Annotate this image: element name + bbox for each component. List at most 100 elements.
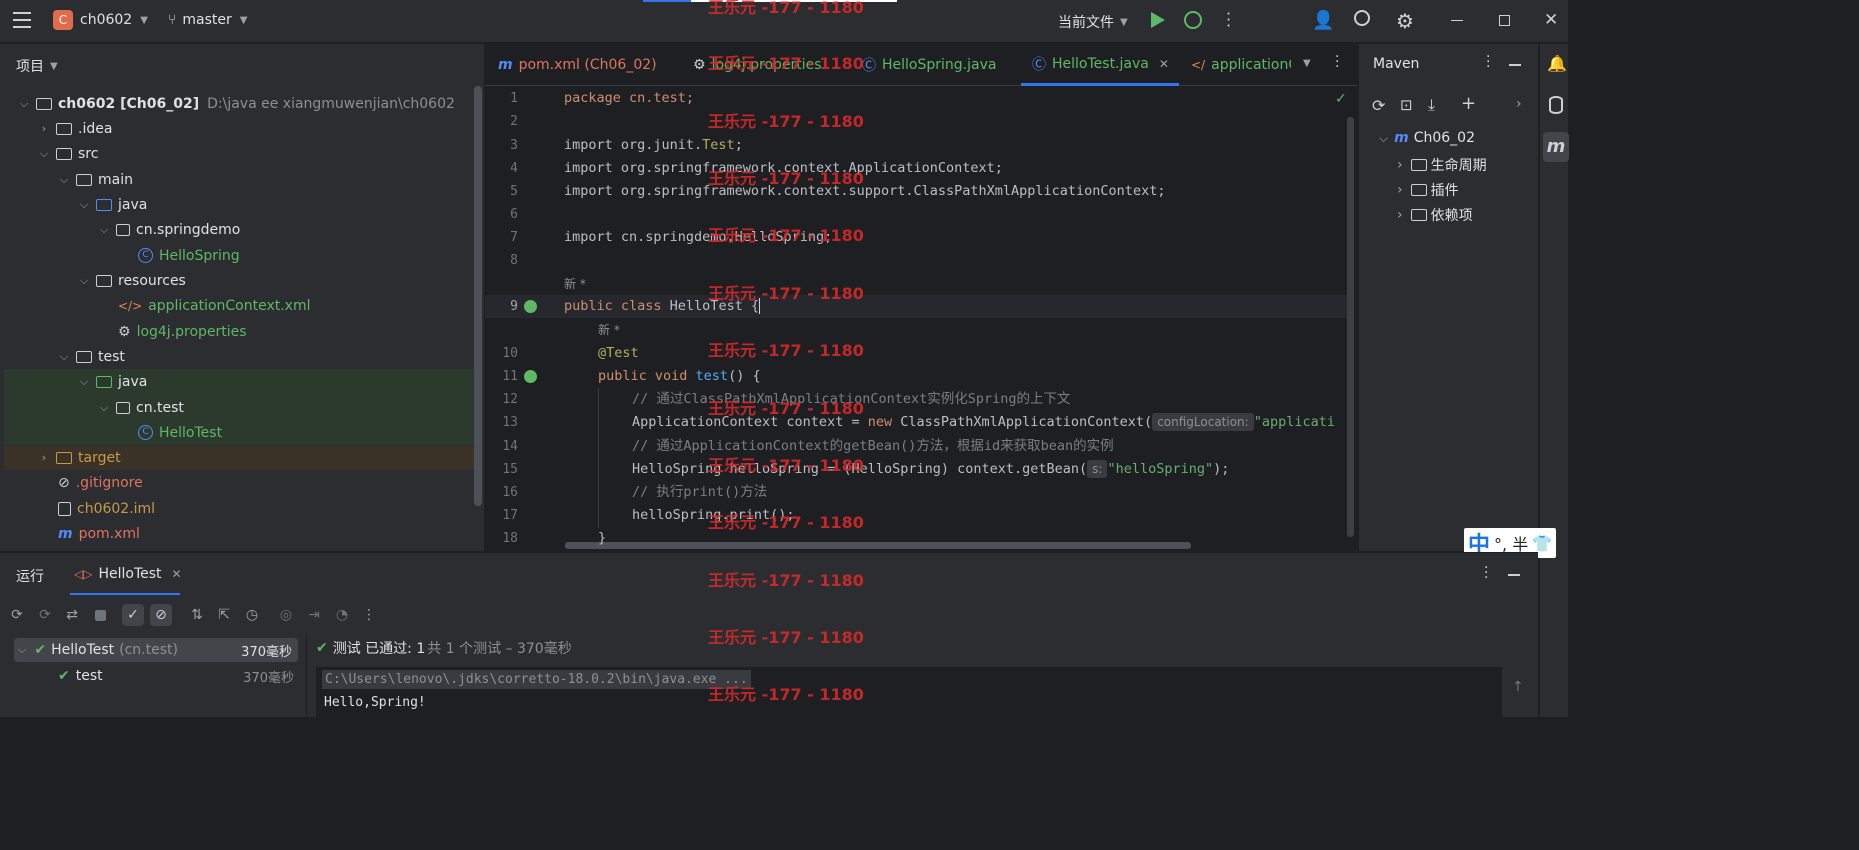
branch-name: master (182, 12, 232, 28)
splitter[interactable] (306, 633, 307, 718)
tree-item-root[interactable]: ⌵ ch0602 [Ch06_02] D:\java ee xiangmuwen… (16, 91, 455, 116)
maven-tool-icon[interactable]: m (1543, 132, 1569, 162)
settings-icon[interactable]: ⚙ (1396, 9, 1414, 33)
run-more-icon[interactable]: · · · (1484, 561, 1488, 585)
toggle-autotest-icon[interactable]: ⇄ (61, 604, 83, 626)
close-tab-icon[interactable]: ✕ (172, 567, 182, 581)
tree-item-test[interactable]: ⌵ test (56, 344, 125, 369)
search-icon[interactable] (1354, 10, 1370, 26)
add-maven-project-icon[interactable]: ⊡ (1400, 96, 1413, 114)
maven-item-plugins[interactable]: › 插件 (1397, 180, 1459, 200)
minimize-icon[interactable] (1451, 20, 1463, 21)
tree-scrollbar[interactable] (474, 86, 482, 506)
reload-icon[interactable]: ⟳ (1372, 96, 1385, 115)
maven-project-name: Ch06_02 (1413, 130, 1475, 146)
project-selector[interactable]: C ch0602 ▼ (53, 10, 148, 30)
tree-label: HelloTest (159, 424, 223, 441)
tree-item-hellospring[interactable]: C HelloSpring (138, 243, 240, 268)
coverage-icon[interactable]: ◔ (331, 604, 353, 626)
tree-item-resources[interactable]: ⌵ resources (76, 268, 186, 293)
more-actions-icon[interactable]: · · · (1226, 6, 1231, 34)
tree-item-target[interactable]: › target (36, 445, 121, 470)
branch-selector[interactable]: ⑂ master ▼ (168, 12, 247, 28)
close-tab-icon[interactable]: ✕ (1159, 57, 1169, 71)
tree-label: target (78, 449, 121, 466)
watermark: 王乐元 -177 - 1180 (708, 628, 864, 647)
tree-item-iml[interactable]: ch0602.iml (58, 496, 155, 521)
maven-more-icon[interactable]: · · · (1486, 50, 1490, 74)
line-number: 14 (502, 439, 518, 454)
tree-item-idea[interactable]: › .idea (36, 116, 113, 141)
line-number: 18 (502, 531, 518, 546)
notifications-icon[interactable]: 🔔 (1547, 54, 1567, 73)
tree-item-package-springdemo[interactable]: ⌵ cn.springdemo (96, 217, 240, 242)
maven-item-lifecycle[interactable]: › 生命周期 (1397, 155, 1487, 175)
run-hide-icon[interactable] (1508, 574, 1520, 576)
test-result-root[interactable]: ⌵ ✔ HelloTest (cn.test) 370毫秒 (14, 638, 298, 662)
add-user-icon[interactable]: 👤 (1312, 10, 1334, 31)
tree-item-pom[interactable]: m pom.xml (58, 521, 140, 546)
tab-hellospring[interactable]: Ⓒ HelloSpring.java (862, 44, 996, 86)
maven-item-label: 生命周期 (1430, 158, 1487, 174)
rerun-failed-icon[interactable]: ⟳ (34, 604, 56, 626)
show-passed-icon[interactable]: ✓ (122, 604, 144, 626)
usage-hint[interactable]: 新 * (598, 319, 620, 342)
editor-scrollbar[interactable] (1347, 117, 1354, 537)
run-tab-hellotest[interactable]: ◁▷ HelloTest ✕ (74, 566, 182, 582)
line-number: 3 (510, 138, 518, 153)
tree-item-log4j[interactable]: ⚙ log4j.properties (118, 319, 247, 344)
run-icon[interactable] (1151, 12, 1165, 28)
sort-icon[interactable]: ⇅ (186, 604, 208, 626)
tree-label: java (118, 196, 148, 213)
download-icon[interactable]: ⤓ (1428, 95, 1435, 115)
close-icon[interactable]: ✕ (1544, 10, 1558, 30)
maven-icon: m (1394, 130, 1409, 146)
database-icon[interactable] (1549, 96, 1563, 114)
restore-icon[interactable] (1499, 15, 1510, 26)
run-config-selector[interactable]: 当前文件 ▼ (1058, 12, 1128, 32)
chevron-right-icon: › (41, 451, 47, 464)
history-icon[interactable]: ◷ (241, 604, 263, 626)
tab-more-icon[interactable]: · · · (1335, 50, 1339, 74)
main-menu-icon[interactable] (13, 12, 31, 28)
tree-item-src[interactable]: ⌵ src (36, 141, 99, 166)
show-ignored-icon[interactable]: ⊘ (150, 604, 172, 626)
tree-item-test-java[interactable]: ⌵ java (76, 369, 148, 394)
line-number: 11 (502, 369, 518, 384)
tab-label: applicationC (1211, 57, 1291, 73)
expand-toolbar-icon[interactable]: › (1516, 96, 1522, 112)
project-panel-header[interactable]: 项目 ▼ (16, 56, 58, 76)
watermark: 王乐元 -177 - 1180 (708, 226, 864, 245)
import-tests-icon[interactable]: ⇥ (303, 604, 325, 626)
maven-item-dependencies[interactable]: › 依赖项 (1397, 205, 1473, 225)
usage-hint[interactable]: 新 * (564, 273, 586, 296)
maven-hide-icon[interactable] (1509, 64, 1521, 66)
scroll-to-top-icon[interactable]: ↑ (1512, 679, 1524, 695)
screenshot-icon[interactable]: ◎ (275, 604, 297, 626)
code-text: @Test (598, 345, 639, 361)
test-result-item[interactable]: ✔ test 370毫秒 (58, 664, 298, 688)
tree-item-gitignore[interactable]: ⊘ .gitignore (58, 470, 143, 495)
tab-appctx[interactable]: </ applicationC (1191, 44, 1291, 86)
maven-project[interactable]: ⌵ m Ch06_02 (1379, 130, 1475, 146)
tree-item-hellotest[interactable]: C HelloTest (138, 420, 222, 445)
tree-item-main[interactable]: ⌵ main (56, 167, 133, 192)
add-icon[interactable]: + (1461, 93, 1476, 114)
collapse-all-icon[interactable]: ⇱ (213, 604, 235, 626)
run-gutter-icon[interactable] (524, 300, 537, 313)
tree-item-package-test[interactable]: ⌵ cn.test (96, 395, 184, 420)
tree-item-appctx[interactable]: </> applicationContext.xml (118, 293, 311, 318)
rerun-icon[interactable]: ⟳ (6, 604, 28, 626)
tab-hellotest[interactable]: Ⓒ HelloTest.java ✕ (1021, 44, 1179, 86)
chevron-down-icon: ⌵ (19, 96, 29, 110)
tab-list-chevron-icon[interactable]: ▼ (1303, 58, 1311, 69)
stop-icon[interactable] (89, 604, 111, 626)
horizontal-scrollbar[interactable] (565, 542, 1191, 549)
run-gutter-icon[interactable] (524, 370, 537, 383)
test-status: 测试 已通过: 1 (332, 641, 426, 657)
debug-icon[interactable] (1184, 11, 1202, 29)
console-output[interactable]: C:\Users\lenovo\.jdks\corretto-18.0.2\bi… (316, 667, 1502, 718)
tree-item-java[interactable]: ⌵ java (76, 192, 148, 217)
tab-pom[interactable]: m pom.xml (Ch06_02) (498, 44, 657, 86)
run-toolbar-more-icon[interactable]: ⋮ (358, 604, 380, 626)
